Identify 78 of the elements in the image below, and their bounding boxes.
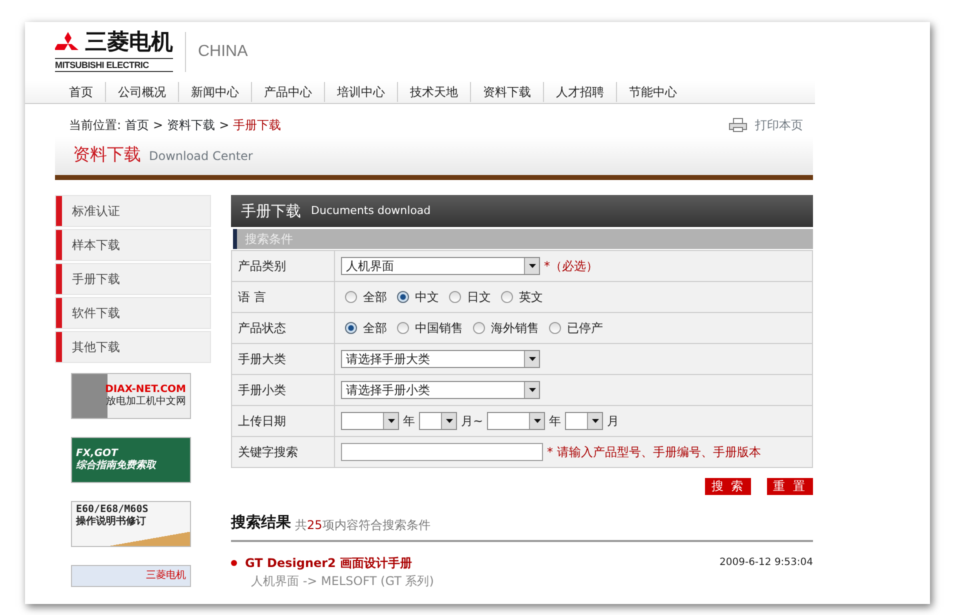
field-label: 手册大类 [232,344,334,374]
field-note: *（必选） [544,258,598,275]
nav-link[interactable]: 首页 [55,82,105,102]
radio-option[interactable]: 中文 [397,288,439,306]
dropdown[interactable] [565,412,604,430]
radio-option[interactable]: 日文 [449,288,491,306]
dropdown[interactable]: 请选择手册小类 [341,381,540,399]
caret-icon [528,388,536,392]
caret-icon [446,419,452,423]
date-unit: 月 [607,413,620,430]
dropdown[interactable]: 人机界面 [341,257,540,275]
nav-link[interactable]: 人才招聘 [543,82,616,102]
sidebar-item[interactable]: 其他下载 [55,331,211,363]
section-title: 资料下载 [73,144,141,167]
dropdown[interactable]: 请选择手册大类 [341,350,540,368]
sidebar-item[interactable]: 软件下载 [55,297,211,329]
results-title: 搜索结果 [231,512,291,533]
nav-link[interactable]: 资料下载 [470,82,543,102]
breadcrumb-link[interactable]: 首页 [125,116,150,134]
ad-banner[interactable]: 三菱电机 [71,565,191,587]
radio-option[interactable]: 全部 [345,288,387,306]
radio-option[interactable]: 全部 [345,319,387,337]
region-label: CHINA [185,32,248,72]
radio-option[interactable]: 中国销售 [397,319,463,337]
bullet-icon [231,560,237,566]
field-label: 语 言 [232,282,334,312]
caret-icon [592,419,599,423]
dropdown[interactable] [419,412,457,430]
keyword-input-field[interactable] [341,443,543,461]
print-link[interactable]: 打印本页 [755,116,803,134]
field-note: * 请输入产品型号、手册编号、手册版本 [547,444,761,461]
field-label: 关键字搜索 [232,436,334,468]
date-unit: 月~ [461,413,484,430]
search-conditions-header: 搜索条件 [233,229,813,249]
result-title-link[interactable]: GT Designer2 画面设计手册 [245,554,412,572]
sidebar-item[interactable]: 样本下载 [55,229,211,261]
panel-subtitle: Ducuments download [311,202,431,219]
result-date: 2009-6-12 9:53:04 [720,556,813,570]
caret-icon [534,419,541,423]
radio-option[interactable]: 海外销售 [473,319,539,337]
dropdown[interactable] [341,412,399,430]
panel-title: 手册下载 [241,200,301,222]
form-button[interactable]: 搜 索 [705,478,752,495]
nav-link[interactable]: 培训中心 [324,82,397,102]
field-label: 产品状态 [232,312,334,344]
dropdown[interactable] [487,412,546,430]
field-label: 上传日期 [232,406,334,436]
breadcrumb-link[interactable]: 手册下载 [233,116,282,134]
nav-link[interactable]: 公司概况 [105,82,178,102]
caret-icon [388,419,394,423]
field-label: 产品类别 [232,250,334,282]
results-summary: 共25项内容符合搜索条件 [295,516,430,534]
breadcrumb-separator: > [153,117,164,134]
ad-banner[interactable]: FX,GOT 综合指南免费索取 [71,437,191,483]
breadcrumb-label: 当前位置: [69,117,122,134]
brand-name-english: MITSUBISHI ELECTRIC [55,58,173,72]
nav-link[interactable]: 新闻中心 [178,82,251,102]
nav-link[interactable]: 节能中心 [616,82,689,102]
section-subtitle: Download Center [149,148,253,164]
date-unit: 年 [403,413,415,430]
sidebar-item[interactable]: 手册下载 [55,263,211,295]
ad-banner[interactable]: E60/E68/M60S 操作说明书修订 [71,501,191,547]
ad-banner[interactable]: DIAX-NET.COM 放电加工机中文网 [71,373,191,419]
breadcrumb-link[interactable]: 资料下载 [167,116,216,134]
brand-name: 三菱电机 [85,32,173,54]
nav-link[interactable]: 技术天地 [397,82,470,102]
printer-icon [729,118,747,132]
caret-icon [528,357,536,361]
nav-link[interactable]: 产品中心 [251,82,324,102]
caret-icon [528,264,536,268]
field-label: 手册小类 [232,374,334,406]
date-unit: 年 [549,413,562,430]
radio-option[interactable]: 英文 [501,288,543,306]
breadcrumb-separator: > [219,117,230,134]
radio-option[interactable]: 已停产 [549,319,603,337]
result-category-path: 人机界面 -> MELSOFT (GT 系列) [250,572,435,590]
sidebar-item[interactable]: 标准认证 [55,195,211,227]
form-button[interactable]: 重 置 [767,478,813,495]
